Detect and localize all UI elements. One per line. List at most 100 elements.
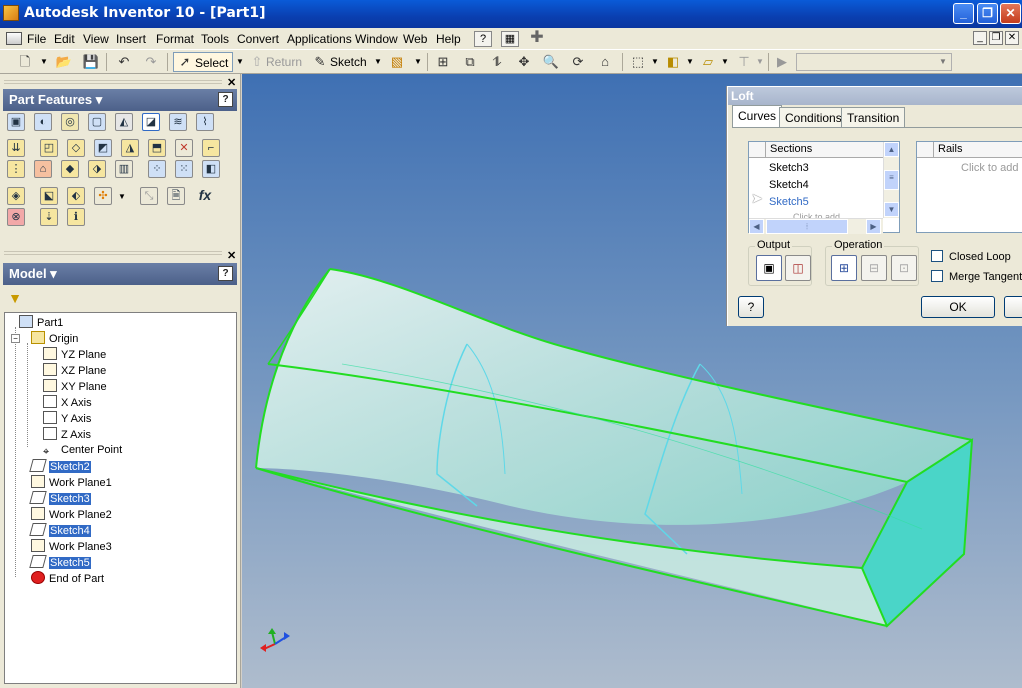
redo-icon[interactable]: ↷: [142, 53, 160, 71]
calculator-icon[interactable]: ▦: [501, 31, 519, 47]
surface-output-icon[interactable]: ◫: [785, 255, 811, 281]
zoom-selected-icon[interactable]: 🔍: [542, 53, 560, 71]
hole-icon[interactable]: ◎: [61, 113, 79, 131]
loft-dialog-title[interactable]: Loft: [728, 87, 1022, 105]
tree-item[interactable]: Work Plane3: [31, 539, 112, 555]
menu-file[interactable]: File: [27, 32, 46, 46]
zoom-window-icon[interactable]: ⧉: [461, 53, 479, 71]
sections-list[interactable]: Sections Sketch3 Sketch4 Sketch5 Click t…: [748, 141, 900, 234]
tree-item[interactable]: Sketch4: [29, 523, 91, 539]
tree-item[interactable]: Sketch5: [29, 555, 91, 571]
cancel-button[interactable]: [1004, 296, 1022, 318]
grounded-point-icon[interactable]: ✣: [94, 187, 112, 205]
menu-window[interactable]: Window: [355, 32, 398, 46]
color-style-combo[interactable]: ▼: [796, 53, 952, 71]
mdi-close-button[interactable]: ✕: [1005, 31, 1019, 45]
display-dropdown-icon[interactable]: ▼: [651, 57, 659, 66]
document-feature-icon[interactable]: 🗎: [167, 187, 185, 205]
chamfer-icon[interactable]: ◇: [67, 139, 85, 157]
style-dropdown-icon[interactable]: ▼: [414, 57, 422, 66]
select-button[interactable]: ➚ Select: [173, 52, 233, 72]
thread-icon[interactable]: ⇊: [7, 139, 25, 157]
sweep-icon[interactable]: ≋: [169, 113, 187, 131]
parameters-icon[interactable]: fx: [196, 187, 214, 205]
panel-close-icon[interactable]: ✕: [227, 76, 236, 89]
pan-icon[interactable]: ✥: [515, 53, 533, 71]
rectangular-pattern-icon[interactable]: ⁘: [148, 160, 166, 178]
info-icon[interactable]: ℹ: [67, 208, 85, 226]
tab-conditions[interactable]: Conditions: [779, 107, 848, 127]
tree-item[interactable]: Sketch3: [29, 491, 91, 507]
menu-edit[interactable]: Edit: [54, 32, 75, 46]
rails-placeholder[interactable]: Click to add: [961, 162, 1018, 174]
merge-tangent-checkbox[interactable]: Merge Tangent: [931, 270, 1022, 283]
menu-insert[interactable]: Insert: [116, 32, 146, 46]
emboss-icon[interactable]: ⋮: [7, 160, 25, 178]
section-item[interactable]: Sketch4: [769, 179, 809, 191]
section-item[interactable]: Sketch5: [769, 196, 809, 208]
tree-item[interactable]: XZ Plane: [43, 363, 106, 379]
menu-web[interactable]: Web: [403, 32, 427, 46]
new-icon[interactable]: 🗋: [16, 53, 34, 71]
extrude-icon[interactable]: ▣: [7, 113, 25, 131]
tree-item[interactable]: ⌖ Center Point: [43, 443, 122, 459]
menu-view[interactable]: View: [83, 32, 109, 46]
tree-item[interactable]: XY Plane: [43, 379, 107, 395]
select-dropdown-icon[interactable]: ▼: [236, 57, 244, 66]
style-icon[interactable]: ▧: [388, 53, 406, 71]
collapse-origin-icon[interactable]: −: [11, 334, 20, 343]
filter-icon[interactable]: ▼: [6, 290, 24, 308]
model-header[interactable]: Model ▾ ?: [3, 263, 237, 285]
closed-loop-checkbox[interactable]: Closed Loop: [931, 250, 1011, 263]
new-dropdown-icon[interactable]: ▼: [40, 57, 48, 66]
menu-help[interactable]: Help: [436, 32, 461, 46]
scroll-thumb[interactable]: ≡: [884, 170, 899, 190]
fillet-icon[interactable]: ◰: [40, 139, 58, 157]
thicken-icon[interactable]: ⬗: [88, 160, 106, 178]
model-close-icon[interactable]: ✕: [227, 249, 236, 262]
work-axis-icon[interactable]: ⬕: [40, 187, 58, 205]
coil-icon[interactable]: ⌇: [196, 113, 214, 131]
ilogic-icon[interactable]: ⊗: [7, 208, 25, 226]
shell-icon[interactable]: ▢: [88, 113, 106, 131]
part-features-header[interactable]: Part Features ▾ ?: [3, 89, 237, 111]
help-icon[interactable]: ?: [218, 92, 233, 107]
decal-icon[interactable]: ⌂: [34, 160, 52, 178]
loft-icon[interactable]: ◪: [142, 113, 160, 131]
section-item[interactable]: Sketch3: [769, 162, 809, 174]
menu-applications[interactable]: Applications: [287, 32, 352, 46]
revolve-icon[interactable]: ◐: [34, 113, 52, 131]
minimize-button[interactable]: _: [953, 3, 974, 24]
return-button[interactable]: Return: [266, 55, 302, 69]
tree-item[interactable]: Sketch2: [29, 459, 91, 475]
document-icon[interactable]: [6, 32, 22, 45]
inventor-app-icon[interactable]: [3, 5, 19, 21]
zoom-icon[interactable]: ⥮: [488, 53, 506, 71]
add-icon[interactable]: ✚: [528, 30, 546, 47]
maximize-button[interactable]: ❐: [977, 3, 998, 24]
tab-transition[interactable]: Transition: [841, 107, 906, 127]
hscroll-thumb[interactable]: ⦙: [766, 219, 848, 234]
tree-item[interactable]: X Axis: [43, 395, 92, 411]
scroll-left-icon[interactable]: ◀: [749, 219, 764, 234]
move-face-icon[interactable]: ⬒: [148, 139, 166, 157]
sections-hscroll[interactable]: ◀ ⦙ ▶: [749, 218, 883, 234]
scroll-down-icon[interactable]: ▼: [884, 202, 899, 217]
ground-shadow-icon[interactable]: ▱: [699, 53, 717, 71]
save-icon[interactable]: 💾: [82, 53, 100, 71]
menu-tools[interactable]: Tools: [201, 32, 229, 46]
undo-icon[interactable]: ↶: [115, 53, 133, 71]
panel-grip[interactable]: [4, 80, 222, 86]
delete-face-icon[interactable]: ✕: [175, 139, 193, 157]
sketch-button[interactable]: Sketch: [330, 55, 367, 69]
point-dropdown-icon[interactable]: ▼: [118, 192, 126, 201]
tree-item[interactable]: End of Part: [31, 571, 104, 587]
display-mode-icon[interactable]: ⬚: [629, 53, 647, 71]
sketch-dropdown-icon[interactable]: ▼: [374, 57, 382, 66]
panel-grip-2[interactable]: [4, 251, 222, 257]
tree-item[interactable]: Origin: [31, 331, 78, 347]
open-icon[interactable]: 📂: [55, 53, 73, 71]
tree-item[interactable]: Work Plane1: [31, 475, 112, 491]
face-draft-icon[interactable]: ◩: [94, 139, 112, 157]
rib-icon[interactable]: ◭: [115, 113, 133, 131]
